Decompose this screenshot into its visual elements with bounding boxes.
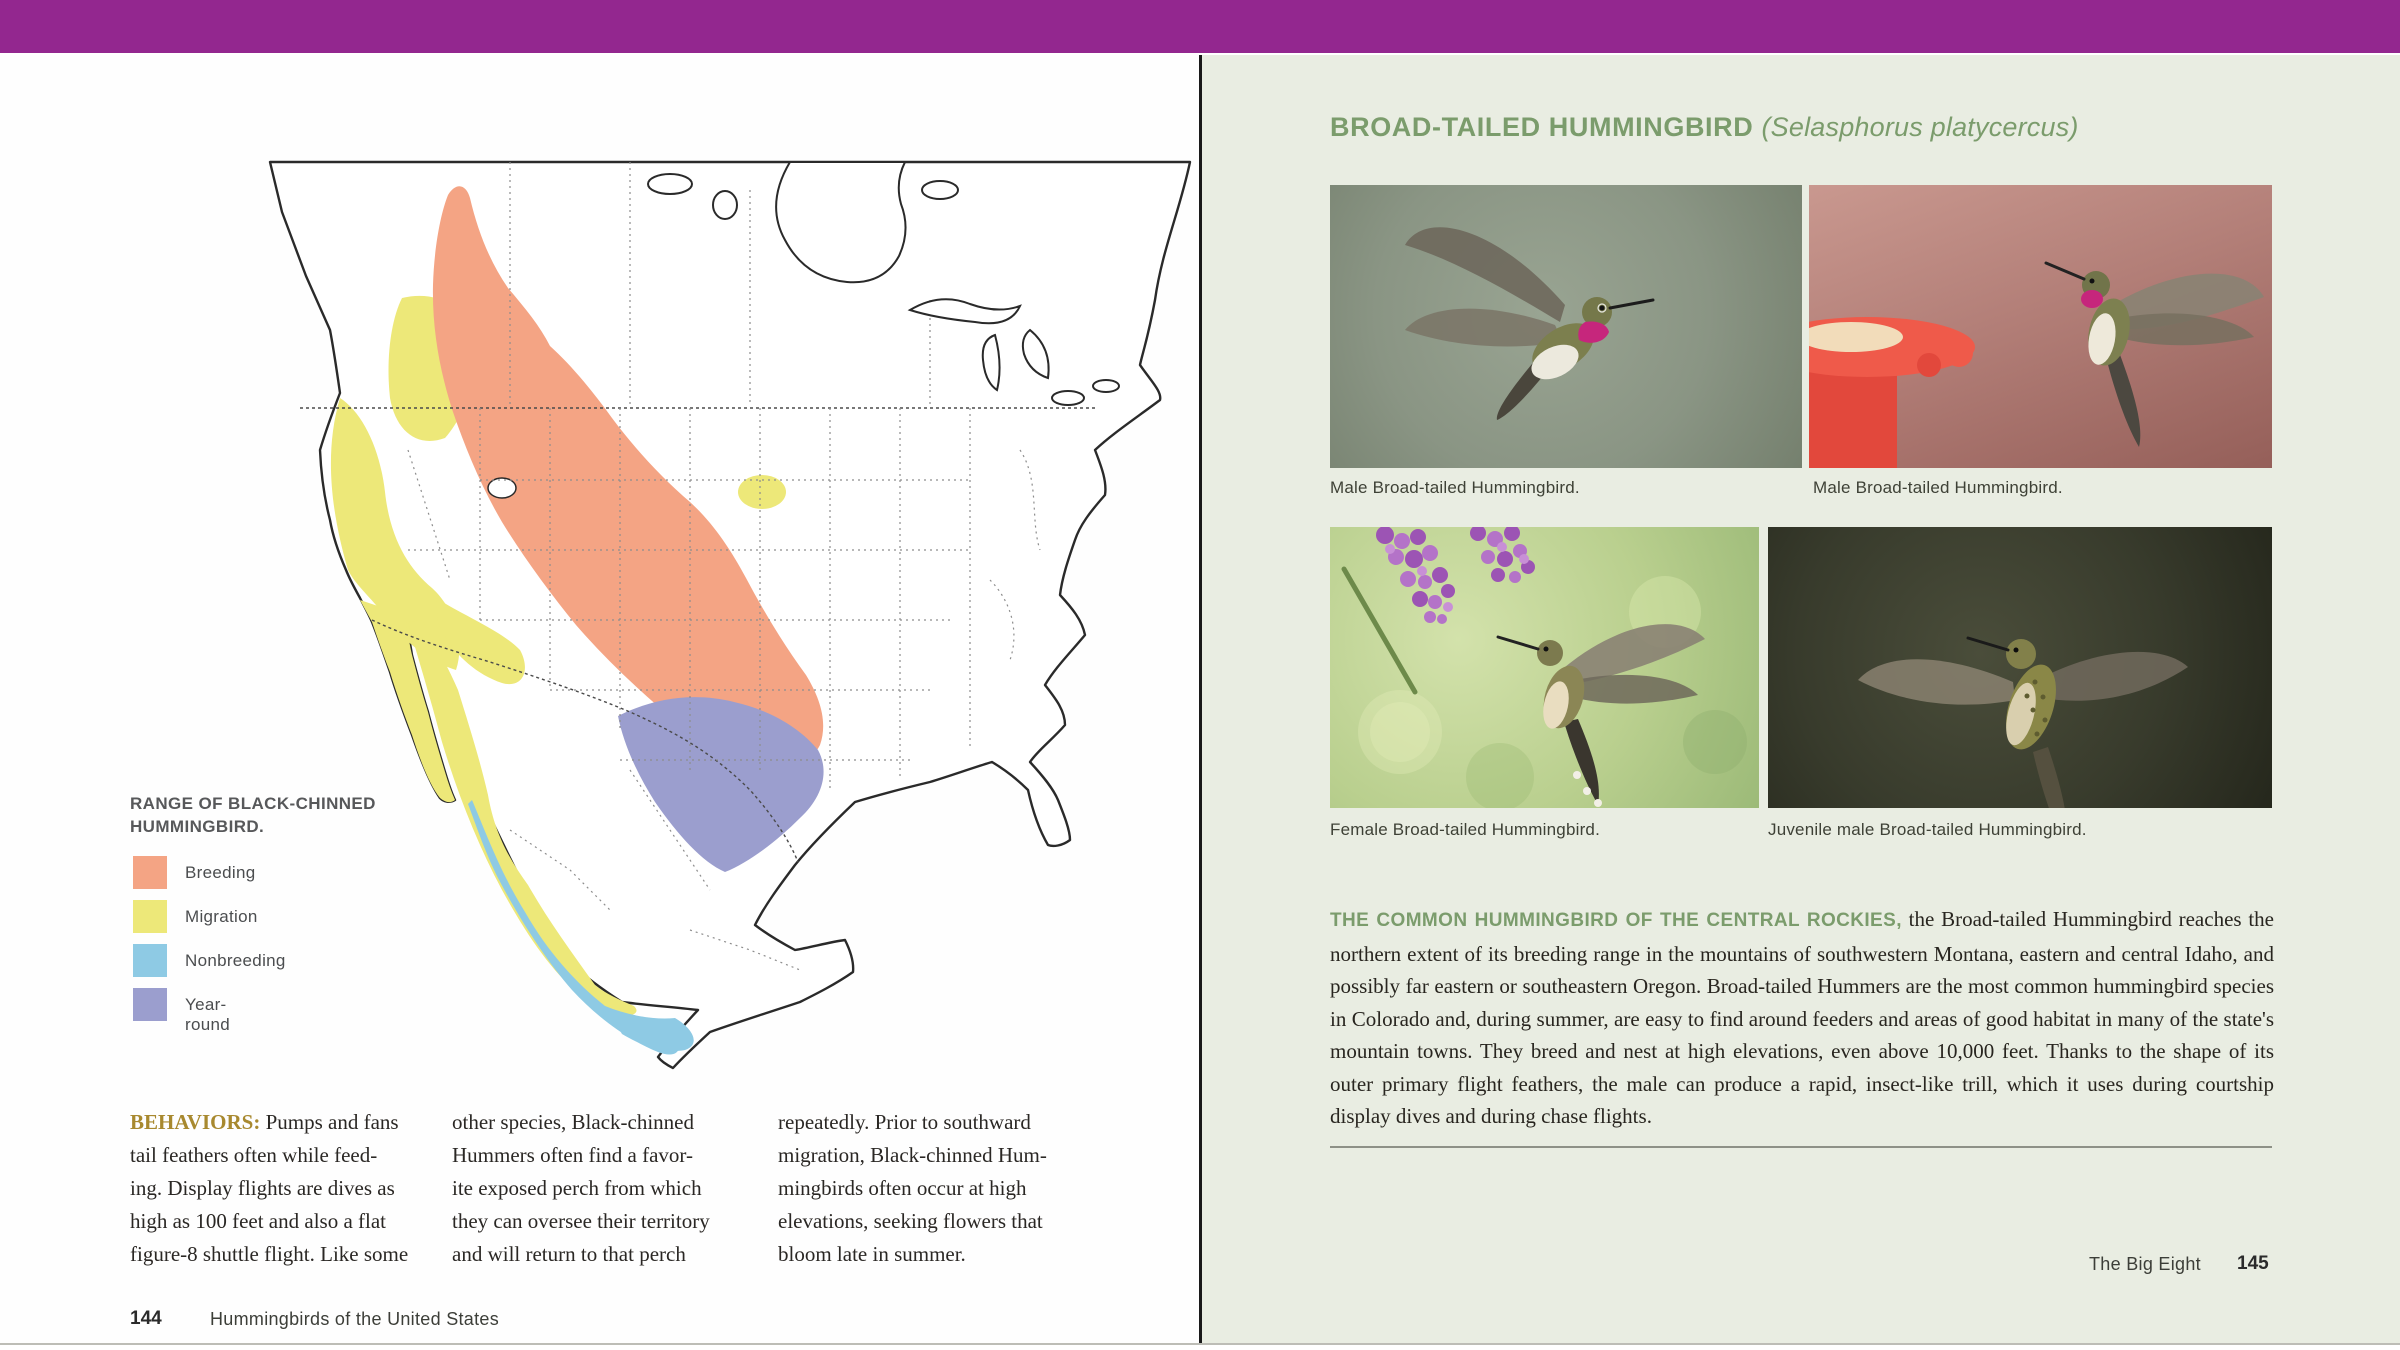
section-rule <box>1330 1146 2272 1148</box>
hummingbird-illustration <box>1768 527 2272 808</box>
section-title: The Big Eight <box>2089 1254 2201 1275</box>
top-color-band <box>0 0 2400 53</box>
left-page: RANGE OF BLACK-CHINNED HUMMINGBIRD. Bree… <box>0 55 1199 1345</box>
right-page-number: 145 <box>2237 1253 2269 1275</box>
map-legend: RANGE OF BLACK-CHINNED HUMMINGBIRD. Bree… <box>130 792 460 838</box>
flower-cluster <box>1376 527 1535 624</box>
photo-juvenile-male-broad-tailed <box>1768 527 2272 808</box>
legend-label: Year-round <box>185 995 230 1035</box>
range-map <box>150 150 1195 1095</box>
behaviors-column-1: BEHAVIORS: Pumps and fans tail feathers … <box>130 1106 408 1271</box>
hummingbird-illustration <box>1809 185 2272 468</box>
legend-swatch-breeding <box>133 856 167 889</box>
photo-caption: Male Broad-tailed Hummingbird. <box>1330 478 1580 498</box>
photo-caption: Juvenile male Broad-tailed Hummingbird. <box>1768 820 2087 840</box>
legend-swatch-nonbreeding <box>133 944 167 977</box>
book-spread: RANGE OF BLACK-CHINNED HUMMINGBIRD. Bree… <box>0 0 2400 1350</box>
north-america-map <box>150 150 1195 1095</box>
species-binomial: (Selasphorus platycercus) <box>1761 112 2078 142</box>
species-name: BROAD-TAILED HUMMINGBIRD <box>1330 112 1753 142</box>
description-text: the Broad-tailed Hummingbird reaches the… <box>1330 907 2274 1128</box>
legend-label: Nonbreeding <box>185 951 286 971</box>
description-lead-in: THE COMMON HUMMINGBIRD OF THE CENTRAL RO… <box>1330 910 1902 931</box>
legend-swatch-year-round <box>133 988 167 1021</box>
photo-male-broad-tailed-hovering <box>1330 185 1802 468</box>
legend-title: RANGE OF BLACK-CHINNED HUMMINGBIRD. <box>130 792 460 838</box>
species-description: THE COMMON HUMMINGBIRD OF THE CENTRAL RO… <box>1330 903 2274 1133</box>
species-heading: BROAD-TAILED HUMMINGBIRD (Selasphorus pl… <box>1330 112 2290 143</box>
photo-caption: Male Broad-tailed Hummingbird. <box>1813 478 2063 498</box>
book-title: Hummingbirds of the United States <box>210 1309 499 1330</box>
legend-label: Breeding <box>185 863 255 883</box>
behaviors-label: BEHAVIORS: <box>130 1110 260 1134</box>
behaviors-column-2: other species, Black-chinned Hummers oft… <box>452 1106 710 1271</box>
photo-caption: Female Broad-tailed Hummingbird. <box>1330 820 1600 840</box>
behaviors-column-3: repeatedly. Prior to southward migration… <box>778 1106 1047 1271</box>
hummingbird-illustration <box>1330 185 1802 468</box>
photo-male-broad-tailed-feeder <box>1809 185 2272 468</box>
photo-female-broad-tailed-flowers <box>1330 527 1759 808</box>
left-page-number: 144 <box>130 1308 162 1330</box>
hummingbird-illustration <box>1330 527 1759 808</box>
legend-label: Migration <box>185 907 258 927</box>
legend-swatch-migration <box>133 900 167 933</box>
page-bottom-edge <box>0 1343 2400 1345</box>
